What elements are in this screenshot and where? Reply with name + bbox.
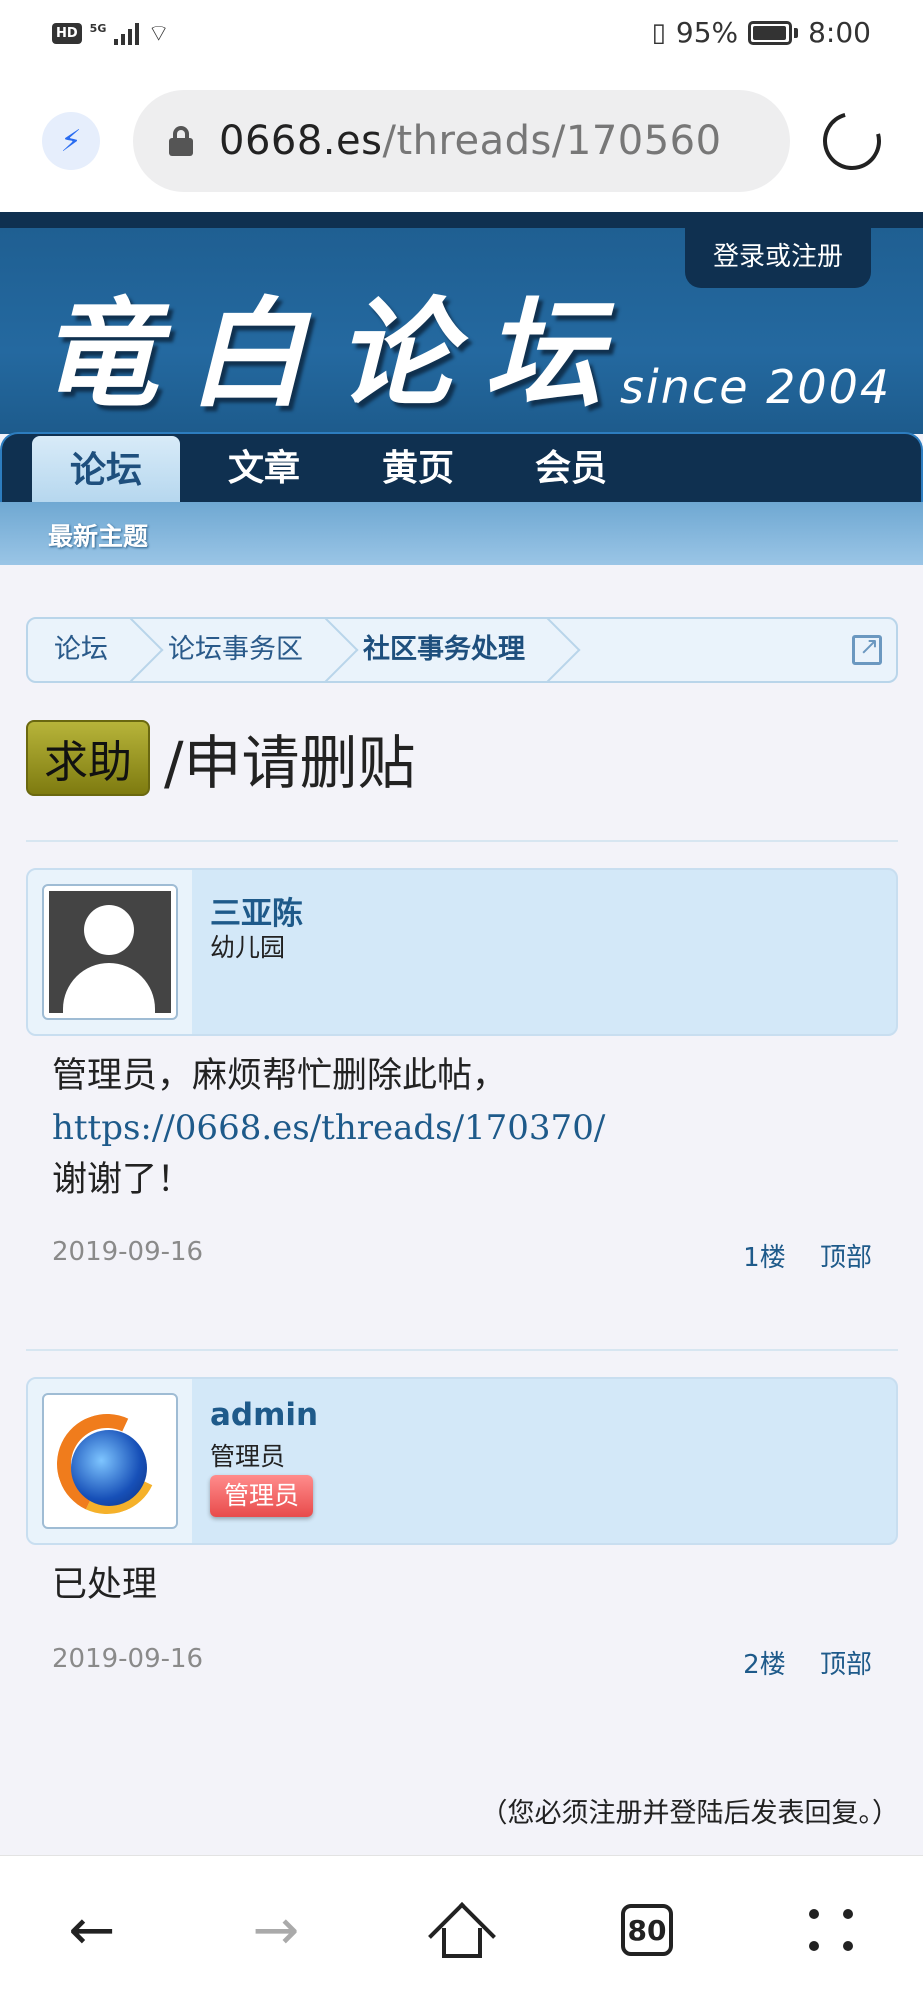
login-register-button[interactable]: 登录或注册 [684, 228, 871, 288]
breadcrumb-forum-affairs[interactable]: 论坛事务区 [142, 619, 337, 681]
post-line: 谢谢了！ [52, 1160, 193, 1200]
divider [26, 840, 898, 842]
network-label: 5G [89, 21, 107, 35]
post-content: 已处理 [52, 1559, 157, 1611]
post-username[interactable]: admin [210, 1397, 318, 1433]
more-menu-icon[interactable] [802, 1900, 862, 1960]
post-floor-link[interactable]: 2楼 [743, 1650, 786, 1680]
thread-title: /申请删贴 [164, 729, 416, 797]
site-header: 竜白论坛 since 2004 登录或注册 [0, 212, 923, 434]
tabs-button[interactable]: 80 [617, 1900, 677, 1960]
post-date: 2019-09-16 [52, 1237, 204, 1267]
forward-arrow-icon[interactable]: → [246, 1898, 306, 1963]
post-link[interactable]: https://0668.es/threads/170370/ [52, 1102, 605, 1154]
post-line: 已处理 [52, 1565, 158, 1605]
nav-tab-articles[interactable]: 文章 [228, 434, 300, 504]
divider [26, 1349, 898, 1351]
post-content: 管理员，麻烦帮忙删除此帖， https://0668.es/threads/17… [52, 1050, 605, 1206]
address-bar[interactable]: 0668.es/threads/170560 [133, 90, 790, 192]
post-floor-link[interactable]: 1楼 [743, 1243, 786, 1273]
post-date: 2019-09-16 [52, 1644, 204, 1674]
avatar[interactable] [42, 1393, 178, 1529]
post-username[interactable]: 三亚陈 [210, 888, 303, 933]
sub-nav: 最新主题 [0, 502, 923, 565]
post-author-card: 三亚陈 幼儿园 [26, 868, 898, 1036]
breadcrumb-forum[interactable]: 论坛 [28, 619, 142, 681]
battery-percent: 95% [675, 16, 739, 49]
post-author-card: admin 管理员 管理员 [26, 1377, 898, 1545]
url-text: 0668.es/threads/170560 [219, 118, 722, 164]
post-user-title: 管理员 [210, 1442, 286, 1471]
firefox-avatar-icon [49, 1400, 171, 1522]
browser-bottom-bar: ← → 80 [0, 1855, 923, 2000]
register-notice: （您必须注册并登陆后发表回复。） [480, 1798, 900, 1829]
wifi-icon: ⌔ [147, 19, 170, 47]
breadcrumb-community[interactable]: 社区事务处理 [337, 619, 559, 681]
thread-title-row: 求助 /申请删贴 [26, 716, 416, 800]
breadcrumb: 论坛 论坛事务区 社区事务处理 [26, 617, 898, 683]
logo-since: since 2004 [620, 360, 892, 414]
post-line: 管理员，麻烦帮忙删除此帖， [52, 1056, 508, 1096]
latest-threads-link[interactable]: 最新主题 [48, 517, 148, 553]
tabs-count: 80 [621, 1904, 673, 1956]
avatar[interactable] [42, 884, 178, 1020]
post-footer: 2019-09-16 1楼 顶部 [52, 1237, 872, 1273]
site-logo[interactable]: 竜白论坛 [40, 258, 632, 429]
hd-indicator: HD [52, 22, 82, 44]
external-link-icon[interactable] [852, 632, 882, 665]
nav-tab-forum[interactable]: 论坛 [32, 436, 181, 506]
back-to-top-link[interactable]: 顶部 [820, 1650, 872, 1680]
nav-tab-members[interactable]: 会员 [535, 434, 607, 504]
battery-icon [748, 20, 793, 45]
post-user-title: 幼儿园 [210, 933, 286, 962]
main-nav: 论坛 文章 黄页 会员 [0, 432, 923, 506]
vibrate-icon: ▯ [651, 17, 666, 48]
browser-toolbar: ⚡ 0668.es/threads/170560 [0, 70, 923, 212]
back-arrow-icon[interactable]: ← [62, 1898, 122, 1963]
reload-icon[interactable] [812, 101, 892, 181]
lightning-icon[interactable]: ⚡ [42, 112, 100, 170]
nav-tab-yellowpages[interactable]: 黄页 [382, 434, 454, 504]
home-icon[interactable] [428, 1900, 496, 1970]
thread-prefix-badge: 求助 [26, 720, 150, 796]
status-bar: HD 5G ⌔ ▯ 95% 8:00 [0, 0, 923, 70]
admin-badge: 管理员 [210, 1475, 314, 1517]
default-user-icon [49, 891, 171, 1013]
back-to-top-link[interactable]: 顶部 [820, 1243, 872, 1273]
lock-icon [169, 126, 193, 156]
signal-icon [114, 21, 140, 45]
post-footer: 2019-09-16 2楼 顶部 [52, 1644, 872, 1680]
clock: 8:00 [808, 16, 871, 49]
